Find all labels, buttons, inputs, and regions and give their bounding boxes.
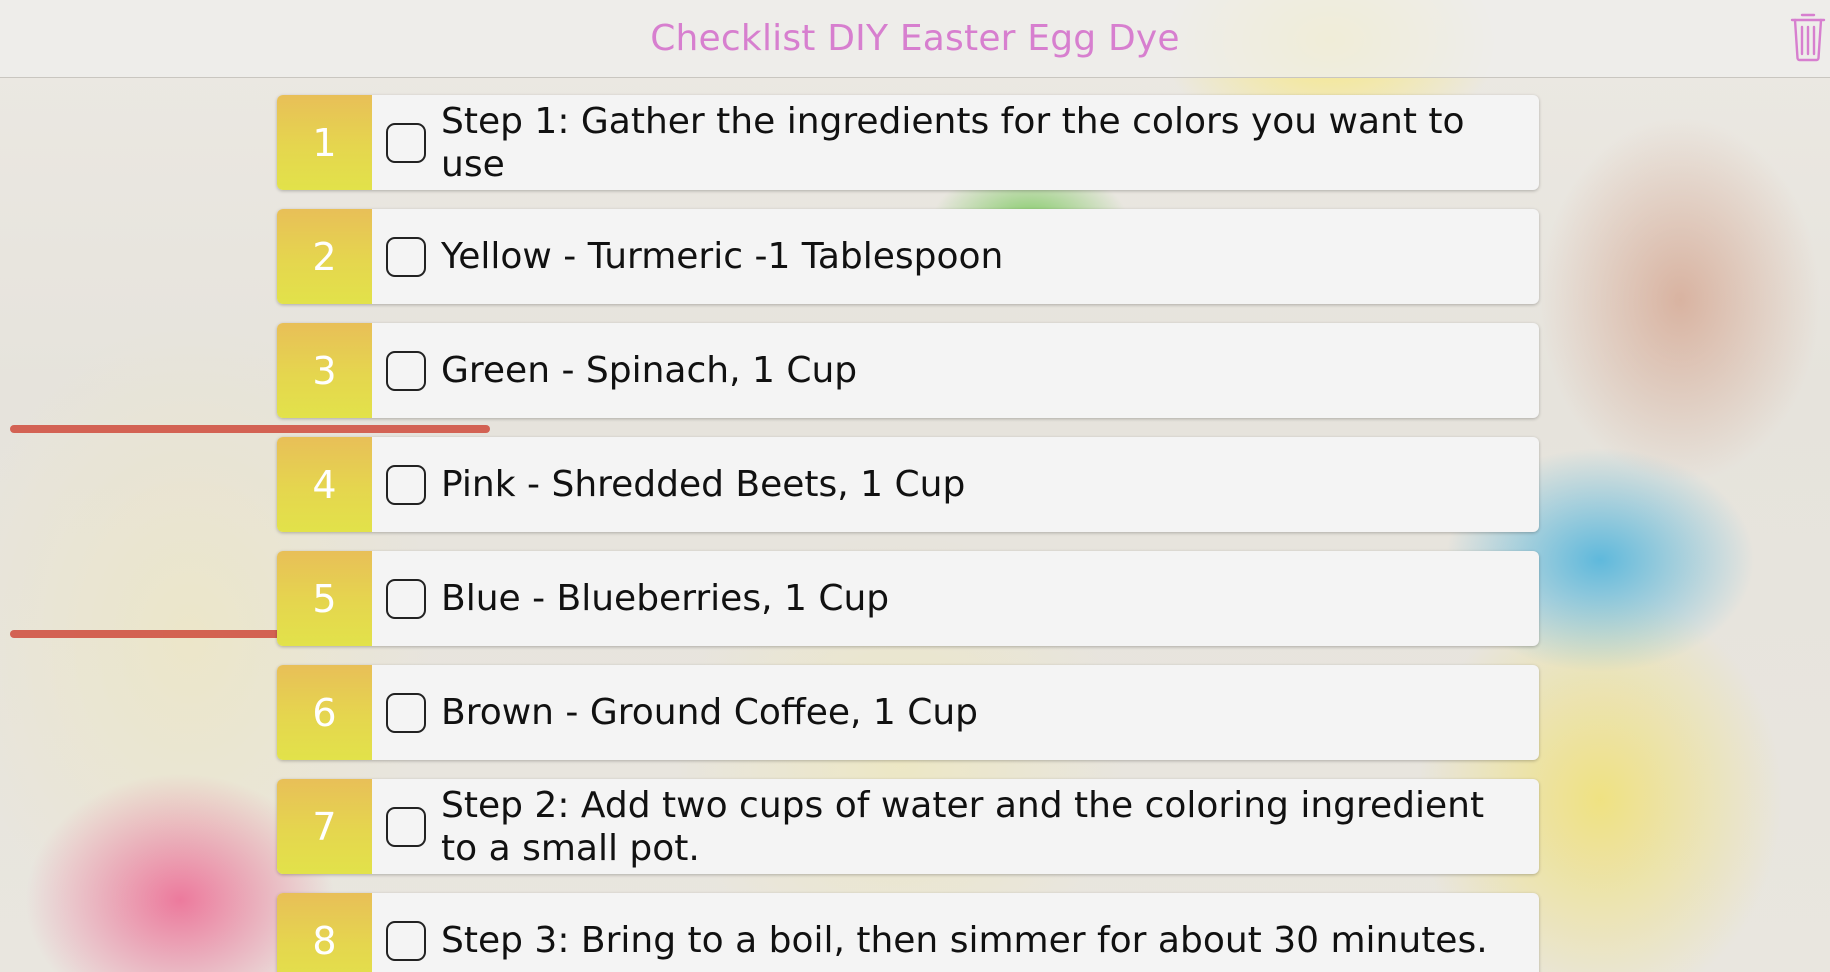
checklist-item[interactable]: 5 Blue - Blueberries, 1 Cup xyxy=(277,551,1539,646)
item-number: 1 xyxy=(277,95,372,190)
item-checkbox[interactable] xyxy=(386,464,426,505)
item-number: 5 xyxy=(277,551,372,646)
item-text: Pink - Shredded Beets, 1 Cup xyxy=(441,464,966,505)
item-number: 2 xyxy=(277,209,372,304)
item-text: Step 1: Gather the ingredients for the c… xyxy=(441,100,1465,185)
checklist: 1 Step 1: Gather the ingredients for the… xyxy=(277,95,1539,972)
item-number: 3 xyxy=(277,323,372,418)
item-number: 7 xyxy=(277,779,372,874)
item-text: Yellow - Turmeric -1 Tablespoon xyxy=(441,236,1004,277)
trash-icon[interactable] xyxy=(1788,10,1828,62)
item-checkbox[interactable] xyxy=(386,236,426,277)
item-checkbox[interactable] xyxy=(386,806,426,847)
page-title: Checklist DIY Easter Egg Dye xyxy=(650,18,1180,59)
item-text: Step 3: Bring to a boil, then simmer for… xyxy=(441,920,1488,961)
item-number: 6 xyxy=(277,665,372,760)
item-checkbox[interactable] xyxy=(386,350,426,391)
checklist-item[interactable]: 2 Yellow - Turmeric -1 Tablespoon xyxy=(277,209,1539,304)
item-text: Brown - Ground Coffee, 1 Cup xyxy=(441,692,979,733)
checklist-item[interactable]: 3 Green - Spinach, 1 Cup xyxy=(277,323,1539,418)
item-checkbox[interactable] xyxy=(386,122,426,163)
header-bar: Checklist DIY Easter Egg Dye xyxy=(0,0,1830,78)
item-text: Green - Spinach, 1 Cup xyxy=(441,350,858,391)
checklist-item[interactable]: 6 Brown - Ground Coffee, 1 Cup xyxy=(277,665,1539,760)
checklist-item[interactable]: 7 Step 2: Add two cups of water and the … xyxy=(277,779,1539,874)
checklist-item[interactable]: 4 Pink - Shredded Beets, 1 Cup xyxy=(277,437,1539,532)
item-text: Step 2: Add two cups of water and the co… xyxy=(441,784,1485,869)
item-checkbox[interactable] xyxy=(386,692,426,733)
item-checkbox[interactable] xyxy=(386,578,426,619)
checklist-item[interactable]: 1 Step 1: Gather the ingredients for the… xyxy=(277,95,1539,190)
item-checkbox[interactable] xyxy=(386,920,426,961)
item-text: Blue - Blueberries, 1 Cup xyxy=(441,578,890,619)
item-number: 8 xyxy=(277,893,372,972)
checklist-item[interactable]: 8 Step 3: Bring to a boil, then simmer f… xyxy=(277,893,1539,972)
item-number: 4 xyxy=(277,437,372,532)
